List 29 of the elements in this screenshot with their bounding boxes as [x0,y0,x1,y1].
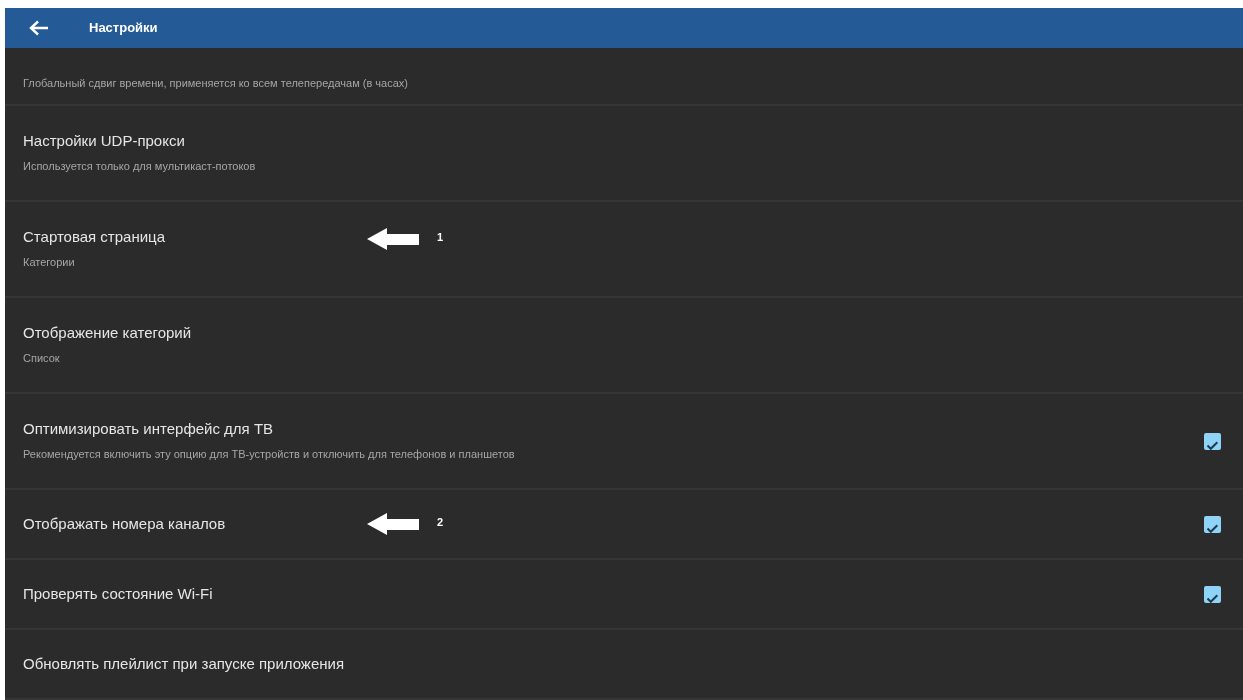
annotation-number: 1 [437,230,444,245]
settings-item[interactable]: Стартовая страница Категории 1 [5,202,1243,298]
setting-title: Настройки UDP-прокси [23,131,185,151]
settings-item[interactable]: Обновлять плейлист при запуске приложения [5,630,1243,700]
settings-item[interactable]: Проверять состояние Wi-Fi [5,560,1243,630]
setting-title: Проверять состояние Wi-Fi [23,584,213,604]
setting-title: Оптимизировать интерфейс для ТВ [23,419,274,439]
app-title: Настройки [89,19,158,38]
back-icon[interactable] [29,20,49,36]
settings-item[interactable]: Глобальный сдвиг времени, применяется ко всем телепередачам (в часах) [5,48,1243,106]
checkbox[interactable] [1204,515,1221,533]
setting-summary: Рекомендуется включить эту опцию для ТВ-устройств и отключить для телефонов и планшетов [23,447,515,462]
setting-summary: Список [23,351,60,366]
setting-title: Обновлять плейлист при запуске приложения [23,654,345,674]
settings-item[interactable]: Оптимизировать интерфейс для ТВ Рекомендуется включить эту опцию для ТВ-устройств и отключить для телефонов и планшетов [5,394,1243,490]
checkbox[interactable] [1204,585,1221,603]
annotation-number: 2 [437,515,444,530]
setting-title: Стартовая страница [23,227,166,247]
setting-summary: Категории [23,255,75,270]
checkbox[interactable] [1204,432,1221,450]
setting-summary: Используется только для мультикаст-потоков [23,159,256,174]
settings-item[interactable]: Отображение категорий Список [5,298,1243,394]
arrow-annotation-icon [367,227,419,251]
settings-item[interactable]: Настройки UDP-прокси Используется только для мультикаст-потоков [5,106,1243,202]
setting-title: Отображать номера каналов [23,514,226,534]
arrow-annotation-icon [367,512,419,536]
setting-title: Отображение категорий [23,323,192,343]
settings-item[interactable]: Отображать номера каналов 2 [5,490,1243,560]
setting-summary: Глобальный сдвиг времени, применяется ко всем телепередачам (в часах) [23,76,408,91]
